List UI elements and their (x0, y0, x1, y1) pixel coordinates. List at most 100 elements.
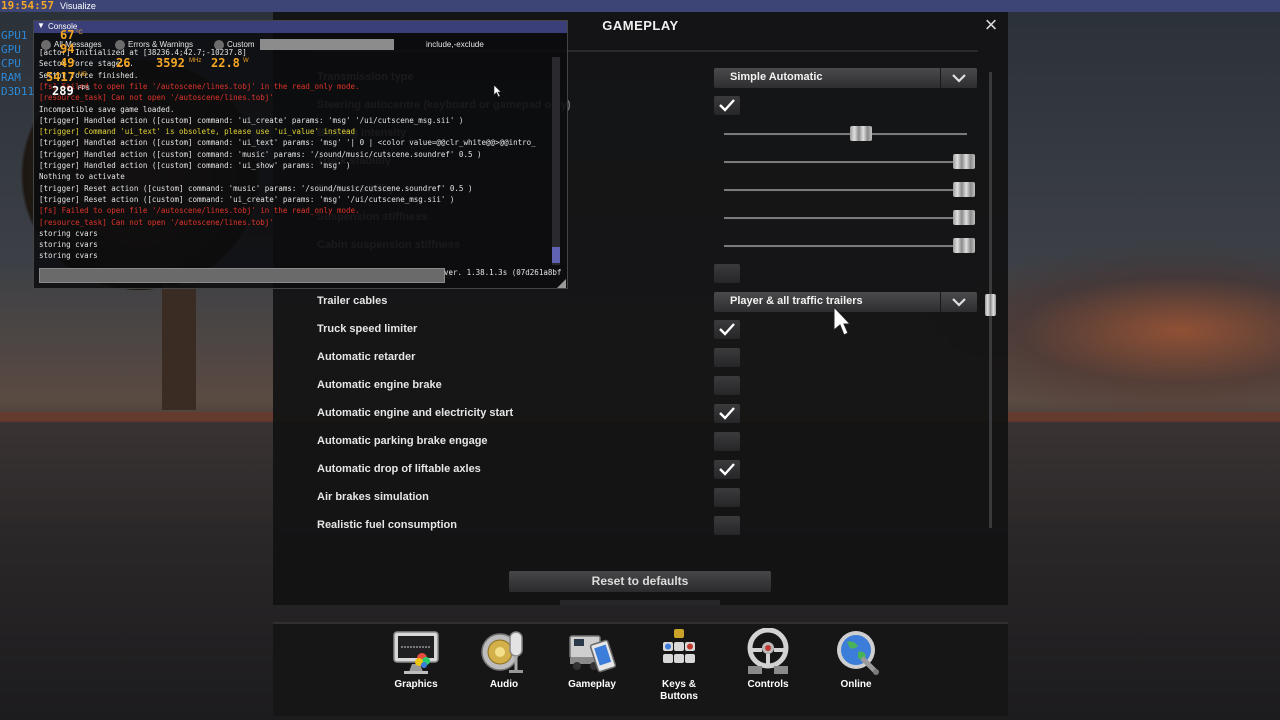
console-line: Nothing to activate (39, 172, 125, 181)
setting-checkbox[interactable] (714, 264, 740, 283)
setting-dropdown[interactable]: Simple Automatic (714, 68, 977, 88)
console-line: [resource_task] Can not open '/autoscene… (39, 93, 274, 102)
setting-checkbox[interactable] (714, 432, 740, 451)
setting-label: Automatic drop of liftable axles (317, 463, 481, 475)
collapse-triangle-icon[interactable]: ▼ (37, 21, 45, 30)
console-line: [trigger] Reset action ([custom] command… (39, 184, 473, 193)
setting-label: Automatic engine and electricity start (317, 407, 514, 419)
setting-label: Automatic retarder (317, 351, 416, 363)
slider-knob[interactable] (953, 154, 975, 169)
ram-label: RAM (1, 71, 21, 84)
filter-input[interactable] (260, 39, 394, 50)
slider-knob[interactable] (850, 126, 872, 141)
globe-wrench-icon (832, 628, 880, 676)
cpu-load: 26 (116, 56, 131, 70)
reset-shadow (560, 600, 720, 605)
cpu-clock-unit: MHz (189, 58, 202, 64)
cpu-power-unit: W (243, 58, 249, 64)
console-command-input[interactable] (39, 268, 445, 283)
console-line: Incompatible save game loaded. (39, 105, 175, 114)
category-label: Gameplay (568, 679, 616, 690)
console-line: [trigger] Reset action ([custom] command… (39, 195, 455, 204)
console-version: ver. 1.38.1.3s (07d261a8bf (444, 268, 562, 277)
category-keys-buttons[interactable]: Keys & Buttons (644, 628, 714, 703)
slider-knob[interactable] (953, 182, 975, 197)
category-label: Online (840, 679, 872, 690)
slider-knob[interactable] (953, 210, 975, 225)
dropdown-value: Simple Automatic (730, 71, 823, 83)
setting-checkbox[interactable] (714, 488, 740, 507)
console-titlebar[interactable]: ▼ Console (34, 21, 567, 33)
setting-checkbox[interactable] (714, 404, 740, 423)
setting-slider[interactable] (714, 237, 977, 255)
setting-checkbox[interactable] (714, 376, 740, 395)
category-gameplay[interactable]: Gameplay (557, 628, 627, 691)
speaker-microphone-icon (480, 628, 528, 676)
console-line: [resource_task] Can not open '/autoscene… (39, 218, 274, 227)
setting-label: Air brakes simulation (317, 491, 429, 503)
setting-label: Realistic fuel consumption (317, 519, 457, 531)
setting-checkbox[interactable] (714, 96, 740, 115)
settings-scrollbar-thumb[interactable] (985, 294, 996, 316)
slider-track[interactable] (724, 133, 967, 136)
cpu-clock: 3592 (156, 56, 185, 70)
setting-checkbox[interactable] (714, 460, 740, 479)
reset-to-defaults-button[interactable]: Reset to defaults (509, 571, 771, 592)
category-label: Audio (489, 679, 519, 690)
console-line: [trigger] Command 'ui_text' is obsolete,… (39, 127, 356, 136)
chevron-down-icon[interactable] (940, 68, 977, 88)
console-line: [trigger] Handled action ([custom] comma… (39, 138, 536, 147)
setting-slider[interactable] (714, 125, 977, 143)
category-graphics[interactable]: Graphics (381, 628, 451, 691)
category-online[interactable]: Online (821, 628, 891, 691)
slider-track[interactable] (724, 217, 967, 220)
keyboard-keys-icon (655, 628, 703, 676)
console-line: storing cvars (39, 229, 98, 238)
close-button[interactable]: × (981, 14, 1001, 36)
slider-track[interactable] (724, 245, 967, 248)
slider-track[interactable] (724, 161, 967, 164)
category-audio[interactable]: Audio (469, 628, 539, 691)
console-window[interactable]: ▼ Console All Messages Errors & Warnings… (33, 20, 568, 289)
setting-checkbox[interactable] (714, 320, 740, 339)
console-line: storing cvars (39, 251, 98, 260)
visualize-menu[interactable]: Visualize (60, 1, 96, 11)
category-label: Keys & Buttons (660, 679, 698, 702)
setting-slider[interactable] (714, 209, 977, 227)
system-bar: 19:54:57 Visualize (0, 0, 1280, 12)
console-scrollbar-thumb[interactable] (552, 247, 560, 263)
cpu-label: CPU (1, 57, 21, 70)
cpu-temp: 49 (60, 56, 75, 70)
steering-wheel-icon (744, 627, 792, 676)
setting-checkbox[interactable] (714, 348, 740, 367)
category-label: Controls (747, 679, 789, 690)
console-line: [fs] Failed to open file '/autoscene/lin… (39, 206, 360, 215)
console-line: [trigger] Handled action ([custom] comma… (39, 161, 351, 170)
cpu-power: 22.8 (211, 56, 240, 70)
gpu2-value: 94 (60, 42, 75, 56)
setting-label: Automatic engine brake (317, 379, 442, 391)
setting-label: Trailer cables (317, 295, 388, 307)
chevron-down-icon[interactable] (940, 292, 977, 312)
filter-hint: include,-exclude (426, 40, 484, 49)
category-label: Graphics (394, 679, 438, 690)
setting-slider[interactable] (714, 153, 977, 171)
console-line: storing cvars (39, 240, 98, 249)
fps-unit: FPS (78, 86, 90, 92)
monitor-icon (392, 628, 440, 676)
mouse-cursor-icon (833, 306, 851, 336)
gpu1-temp: 67 (60, 28, 75, 42)
ram-unit: MB (78, 72, 87, 78)
setting-checkbox[interactable] (714, 516, 740, 535)
setting-slider[interactable] (714, 181, 977, 199)
gpu1-temp-unit: °C (76, 30, 83, 36)
setting-label: Automatic parking brake engage (317, 435, 488, 447)
console-scrollbar[interactable] (552, 57, 560, 265)
background-pole (162, 285, 196, 410)
slider-knob[interactable] (953, 238, 975, 253)
gpu1-label: GPU1 (1, 29, 28, 42)
category-controls[interactable]: Controls (733, 627, 803, 691)
d3d-label: D3D11 (1, 85, 35, 98)
slider-track[interactable] (724, 189, 967, 192)
resize-grip-icon[interactable] (557, 279, 566, 288)
